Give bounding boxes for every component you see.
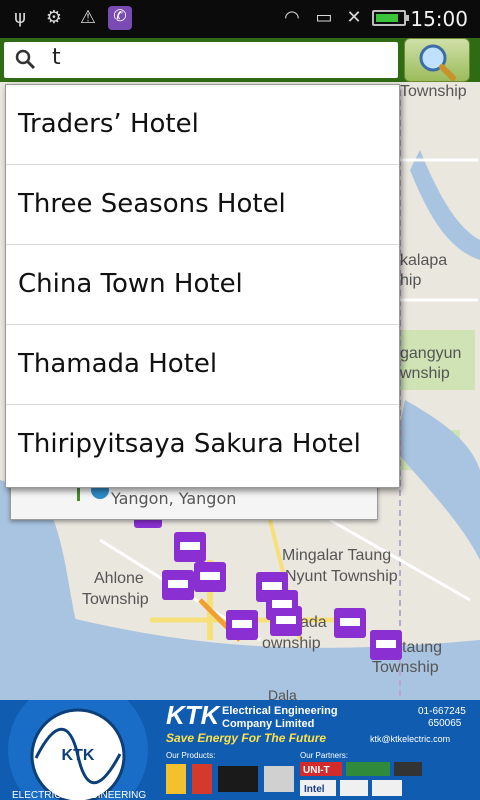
info-location-text: Yangon, Yangon	[111, 489, 237, 508]
usb-icon: ψ	[14, 7, 26, 28]
suggestion-item[interactable]: Thamada Hotel	[6, 325, 399, 405]
ad-partners-label: Our Partners:	[300, 751, 348, 760]
map-label: Township	[372, 659, 439, 676]
search-query: t	[52, 45, 61, 70]
ad-banner[interactable]: KTK ELECTRICAL ENGINEERING KTK Electrica…	[0, 700, 480, 800]
suggestion-list: Traders’ Hotel Three Seasons Hotel China…	[5, 84, 400, 488]
ad-partner1: UNI-T	[303, 765, 330, 776]
suggestion-label: Thiripyitsaya Sakura Hotel	[18, 429, 361, 459]
suggestion-item[interactable]: Thiripyitsaya Sakura Hotel	[6, 405, 399, 485]
map-label: kalapa	[400, 252, 447, 269]
map-label: ownship	[262, 635, 321, 652]
ad-phone1: 01-667245	[418, 706, 466, 717]
warning-icon: ⚠	[79, 7, 97, 28]
map-label: Township	[400, 83, 467, 100]
map-label: Mingalar Taung	[282, 547, 391, 564]
no-signal-icon: ✕	[346, 7, 362, 28]
suggestion-item[interactable]: Traders’ Hotel	[6, 85, 399, 165]
search-bar: t	[0, 38, 480, 82]
suggestion-label: China Town Hotel	[18, 269, 243, 299]
ad-products-label: Our Products:	[166, 751, 215, 760]
map-label: ada	[300, 614, 327, 631]
clock: 15:00	[410, 7, 468, 31]
ad-brand: KTK	[166, 700, 222, 730]
map-label: gangyun	[400, 345, 461, 362]
viber-icon: ✆	[108, 6, 132, 30]
suggestion-label: Thamada Hotel	[18, 349, 218, 379]
suggestion-label: Traders’ Hotel	[18, 109, 199, 139]
ad-graphic: KTK ELECTRICAL ENGINEERING KTK Electrica…	[0, 700, 480, 800]
wifi-icon: ◠	[284, 7, 300, 28]
ad-logo-text: KTK	[62, 747, 95, 764]
magnifier-icon	[419, 44, 456, 81]
ad-phone2: 650065	[428, 718, 462, 729]
map-label: Dala	[268, 687, 297, 700]
sd-card-icon: ▭	[315, 7, 333, 28]
ad-partner2: Intel	[304, 784, 325, 795]
map-label: hip	[400, 272, 421, 289]
ad-email: ktk@ktkelectric.com	[370, 734, 450, 744]
status-bar: ψ ⚙ ⚠ ✆ ◠ ▭ ✕ 15:00	[0, 0, 480, 38]
map-label: Ahlone	[94, 570, 144, 587]
battery-icon	[372, 10, 409, 26]
map-label: Nyunt Township	[285, 568, 398, 585]
suggestion-label: Three Seasons Hotel	[18, 189, 286, 219]
suggestion-item[interactable]: China Town Hotel	[6, 245, 399, 325]
map-label: wnship	[399, 365, 450, 382]
search-icon	[15, 49, 36, 70]
android-debug-icon: ⚙	[45, 7, 63, 28]
ad-line1: Electrical Engineering	[222, 705, 338, 717]
map-label: Township	[82, 591, 149, 608]
search-button[interactable]	[404, 38, 470, 82]
ad-circle-text: ELECTRICAL ENGINEERING	[12, 790, 146, 800]
ad-tagline: Save Energy For The Future	[166, 731, 326, 745]
search-input[interactable]: t	[4, 42, 398, 78]
suggestion-item[interactable]: Three Seasons Hotel	[6, 165, 399, 245]
ad-line2: Company Limited	[222, 718, 314, 730]
